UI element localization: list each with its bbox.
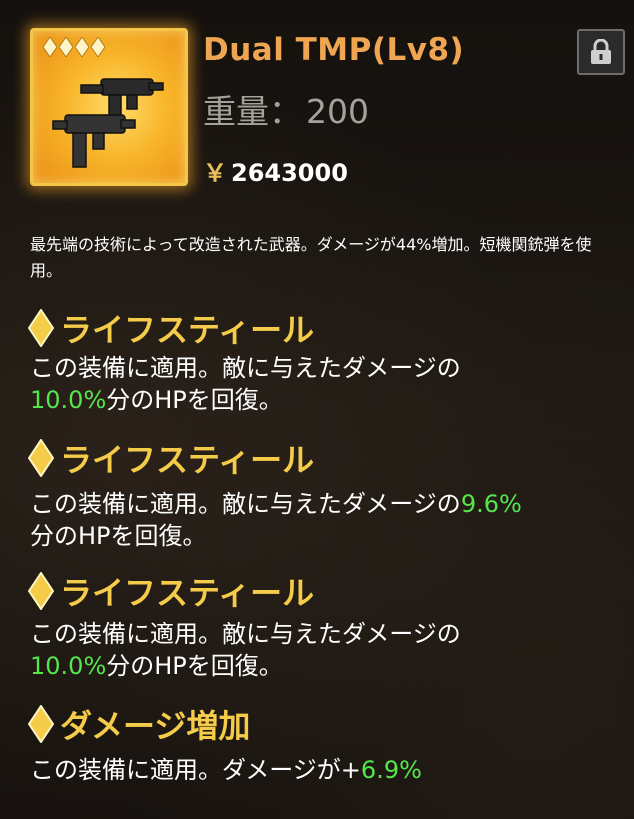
diamond-bullet-icon (28, 439, 54, 477)
effect-title-label: ダメージ増加 (60, 707, 251, 745)
diamond-bullet-icon (28, 705, 54, 743)
effect-title: ライフスティール (28, 305, 314, 351)
effect-title: ダメージ増加 (28, 701, 250, 747)
effect-value: 6.9% (360, 756, 422, 784)
effect-description: この装備に適用。敵に与えたダメージの 10.0%分のHPを回復。 (30, 618, 625, 682)
effect-text-after: 分のHPを回復。 (106, 652, 283, 680)
rarity-stars (43, 37, 105, 57)
weight-label: 重量： (203, 92, 302, 131)
effect-value: 9.6% (460, 490, 522, 518)
price-value: 2643000 (231, 159, 348, 187)
effect-title-label: ライフスティール (60, 574, 315, 612)
diamond-bullet-icon (28, 309, 54, 347)
effect-text-after: 分のHPを回復。 (106, 386, 283, 414)
effect-description: この装備に適用。敵に与えたダメージの9.6% 分のHPを回復。 (30, 488, 625, 552)
effect-text: この装備に適用。敵に与えたダメージの (30, 620, 461, 648)
effect-description: この装備に適用。ダメージが+6.9% (30, 754, 625, 786)
weight-value: 200 (306, 92, 369, 131)
lock-button[interactable] (577, 29, 625, 75)
submachine-gun-icon (52, 78, 164, 168)
effect-title-label: ライフスティール (60, 311, 315, 349)
currency-symbol: ￥ (203, 159, 227, 187)
rarity-diamond-icon (75, 37, 89, 57)
effect-description: この装備に適用。敵に与えたダメージの 10.0%分のHPを回復。 (30, 352, 625, 416)
effect-title: ライフスティール (28, 435, 314, 481)
effect-text: この装備に適用。敵に与えたダメージの (30, 354, 461, 382)
rarity-diamond-icon (91, 37, 105, 57)
effect-value: 10.0% (30, 386, 107, 414)
rarity-diamond-icon (59, 37, 73, 57)
item-description: 最先端の技術によって改造された武器。ダメージが44%増加。短機関銃弾を使用。 (30, 235, 592, 280)
effect-value: 10.0% (30, 652, 107, 680)
effect-text: この装備に適用。敵に与えたダメージの (30, 490, 461, 518)
effect-text: この装備に適用。ダメージが+ (30, 756, 361, 784)
effect-title-label: ライフスティール (60, 441, 315, 479)
diamond-bullet-icon (28, 572, 54, 610)
item-icon-frame[interactable] (30, 28, 188, 186)
rarity-diamond-icon (43, 37, 57, 57)
item-weight: 重量： 200 (203, 85, 369, 133)
effect-title: ライフスティール (28, 568, 314, 614)
item-title: Dual TMP(Lv8) (203, 32, 465, 68)
effect-text-after: 分のHPを回復。 (30, 522, 207, 550)
lock-icon (591, 39, 611, 64)
item-price: ￥ 2643000 (203, 153, 348, 188)
